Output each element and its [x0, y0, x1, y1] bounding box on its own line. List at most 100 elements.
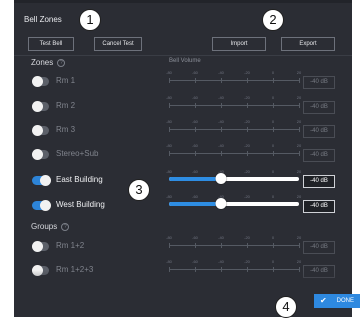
header-divider: [14, 55, 352, 56]
zone-row: Stereo+Sub -80 -60 -40 -20 0 20 -40 dB: [14, 143, 352, 170]
bell-zones-panel: Bell Zones Test Bell Cancel Test Import …: [14, 0, 352, 317]
zone-name: Rm 3: [56, 125, 76, 134]
enable-toggle[interactable]: [32, 125, 49, 136]
volume-value-field[interactable]: -40 dB: [303, 175, 335, 188]
group-name: Rm 1+2: [56, 241, 85, 250]
scale-tick-label: -20: [244, 70, 250, 75]
scale-tick-mark: [273, 103, 274, 108]
groups-heading: Groups?: [31, 222, 70, 231]
zone-name: West Building: [56, 200, 105, 209]
test-bell-button[interactable]: Test Bell: [28, 37, 74, 51]
scale-tick-mark: [195, 151, 196, 156]
volume-scale: -80 -60 -40 -20 0 20: [166, 119, 302, 139]
scale-tick-label: -20: [244, 119, 250, 124]
cancel-test-button[interactable]: Cancel Test: [94, 37, 142, 51]
enable-toggle[interactable]: [32, 149, 49, 160]
scale-tick-label: -60: [192, 235, 198, 240]
volume-scale: -80 -60 -40 -20 0 20: [166, 235, 302, 255]
scale-tick-mark: [273, 243, 274, 248]
volume-value-field[interactable]: -40 dB: [303, 241, 335, 254]
scale-tick-mark: [221, 243, 222, 248]
help-icon[interactable]: ?: [57, 59, 66, 67]
enable-toggle[interactable]: [32, 101, 49, 112]
enable-toggle[interactable]: [32, 241, 49, 252]
scale-tick-label: -80: [166, 194, 172, 199]
scale-tick-mark: [247, 243, 248, 248]
scale-tick-label: 20: [296, 119, 302, 124]
volume-slider-thumb[interactable]: [215, 173, 227, 184]
scale-tick-mark: [221, 127, 222, 132]
scale-tick-label: -20: [244, 259, 250, 264]
scale-tick-label: -60: [192, 259, 198, 264]
volume-value-field[interactable]: -40 dB: [303, 76, 335, 89]
volume-value-field[interactable]: -40 dB: [303, 200, 335, 213]
page-edge: [0, 0, 2, 317]
volume-scale[interactable]: -80 -60 -40 -20 0 20: [166, 194, 301, 214]
done-button[interactable]: ✔ DONE: [314, 294, 360, 308]
zones-label: Zones: [31, 58, 54, 67]
toggle-knob: [32, 76, 43, 87]
scale-tick-mark: [273, 127, 274, 132]
scale-tick-label: -60: [192, 143, 198, 148]
scale-tick-label: 20: [296, 143, 302, 148]
bell-volume-label: Bell Volume: [169, 58, 201, 64]
enable-toggle[interactable]: [32, 200, 51, 211]
scale-tick-mark: [247, 78, 248, 83]
volume-slider-track[interactable]: [169, 198, 299, 209]
scale-tick-mark: [299, 78, 300, 83]
scale-tick-mark: [221, 151, 222, 156]
scale-tick-label: 0: [271, 119, 275, 124]
help-icon[interactable]: ?: [61, 223, 70, 231]
scale-tick-mark: [169, 151, 170, 156]
toggle-knob: [40, 200, 51, 211]
scale-tick-mark: [169, 243, 170, 248]
volume-slider-track[interactable]: [169, 173, 299, 184]
scale-tick-mark: [221, 78, 222, 83]
zone-name: Stereo+Sub: [56, 149, 99, 158]
zone-name: Rm 1: [56, 76, 76, 85]
scale-tick-label: 0: [271, 259, 275, 264]
enable-toggle[interactable]: [32, 76, 49, 87]
scale-tick-mark: [169, 78, 170, 83]
scale-tick-label: -80: [166, 169, 172, 174]
zone-row: Rm 1 -80 -60 -40 -20 0 20 -40 dB: [14, 70, 352, 97]
enable-toggle[interactable]: [32, 175, 51, 186]
volume-track: [169, 129, 299, 130]
groups-label: Groups: [31, 222, 58, 231]
scale-tick-label: -20: [244, 194, 250, 199]
panel-title: Bell Zones: [24, 15, 62, 24]
scale-tick-label: -60: [192, 169, 198, 174]
zone-name: East Building: [56, 175, 103, 184]
scale-tick-mark: [247, 151, 248, 156]
scale-tick-mark: [221, 103, 222, 108]
scale-tick-label: 20: [296, 235, 302, 240]
scale-tick-label: -80: [166, 259, 172, 264]
toggle-knob: [32, 149, 43, 160]
zone-row: West Building -80 -60 -40 -20 0 20 -40 dB: [14, 194, 352, 221]
volume-scale[interactable]: -80 -60 -40 -20 0 20: [166, 169, 302, 189]
scale-tick-label: 20: [296, 70, 302, 75]
scale-tick-label: -20: [244, 95, 250, 100]
scale-tick-mark: [299, 151, 300, 156]
scale-tick-label: -20: [244, 143, 250, 148]
volume-value-field[interactable]: -40 dB: [303, 149, 335, 162]
volume-scale: -80 -60 -40 -20 0 20: [166, 143, 302, 163]
scale-tick-label: 20: [296, 95, 302, 100]
import-button[interactable]: Import: [212, 37, 266, 51]
volume-slider-thumb[interactable]: [215, 198, 227, 209]
scale-tick-label: -60: [192, 95, 198, 100]
scale-tick-mark: [195, 78, 196, 83]
export-button[interactable]: Export: [281, 37, 335, 51]
scale-tick-label: -40: [218, 259, 224, 264]
volume-value-field[interactable]: -40 dB: [303, 125, 335, 138]
zones-heading: Zones?: [31, 58, 66, 67]
toggle-knob: [40, 175, 51, 186]
scale-tick-label: 20: [296, 169, 302, 174]
volume-value-field[interactable]: -40 dB: [303, 101, 335, 114]
volume-track: [169, 105, 299, 106]
scale-tick-label: 0: [271, 169, 275, 174]
scale-tick-label: -40: [218, 143, 224, 148]
scale-tick-label: 20: [296, 259, 302, 264]
done-label: DONE: [336, 298, 354, 304]
scale-tick-mark: [273, 151, 274, 156]
